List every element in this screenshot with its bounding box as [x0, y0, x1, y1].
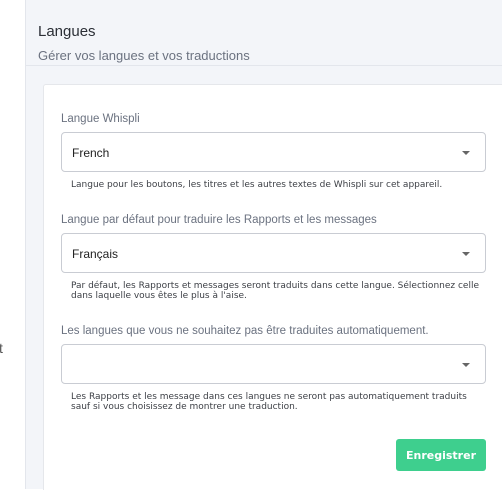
page-title: Langues: [38, 23, 96, 40]
default-translation-language-helper: Par défaut, les Rapports et messages ser…: [71, 281, 479, 301]
whispli-language-helper: Langue pour les boutons, les titres et l…: [71, 180, 443, 190]
no-translate-languages-helper: Les Rapports et les message dans ces lan…: [71, 392, 467, 412]
no-translate-languages-select[interactable]: [61, 344, 486, 384]
whispli-language-label: Langue Whispli: [61, 113, 140, 125]
clipped-left-text: t: [0, 340, 3, 356]
panel-header: Langues Gérer vos langues et vos traduct…: [26, 0, 502, 64]
languages-form-card: Langue Whispli French Langue pour les bo…: [43, 84, 502, 490]
chevron-down-icon: [462, 252, 470, 256]
default-translation-language-select[interactable]: Français: [61, 233, 486, 273]
no-translate-languages-label: Les langues que vous ne souhaitez pas êt…: [61, 325, 429, 337]
whispli-language-field: Langue Whispli French Langue pour les bo…: [61, 112, 486, 190]
languages-panel: Langues Gérer vos langues et vos traduct…: [25, 0, 502, 490]
page-subtitle: Gérer vos langues et vos traductions: [38, 48, 250, 63]
chevron-down-icon: [462, 363, 470, 367]
default-translation-language-field: Langue par défaut pour traduire les Rapp…: [61, 213, 486, 301]
chevron-down-icon: [462, 151, 470, 155]
default-translation-language-label: Langue par défaut pour traduire les Rapp…: [61, 214, 377, 226]
whispli-language-select[interactable]: French: [61, 132, 486, 172]
default-translation-language-value: Français: [72, 247, 119, 261]
no-translate-languages-field: Les langues que vous ne souhaitez pas êt…: [61, 324, 486, 412]
save-button[interactable]: Enregistrer: [396, 439, 486, 471]
header-divider: [26, 65, 502, 66]
whispli-language-value: French: [72, 146, 110, 160]
